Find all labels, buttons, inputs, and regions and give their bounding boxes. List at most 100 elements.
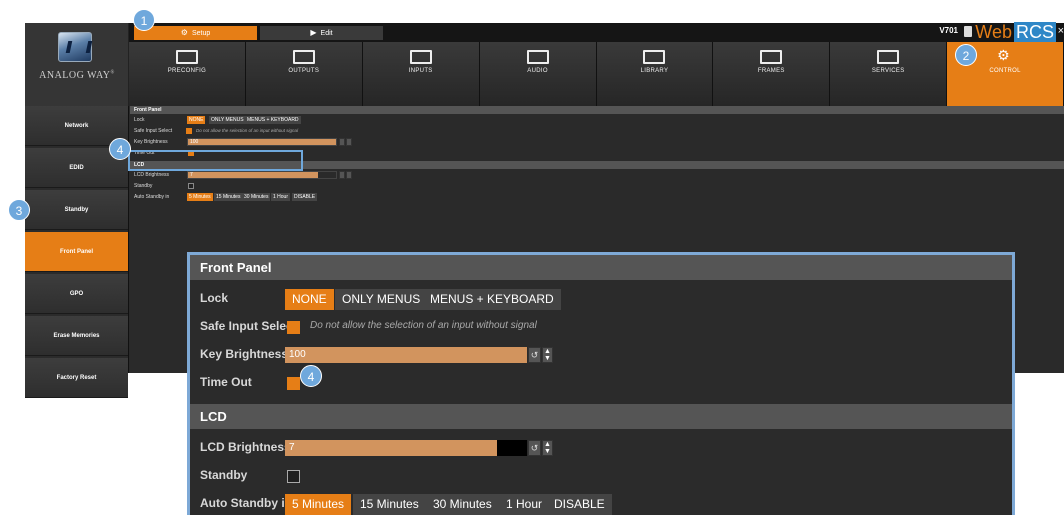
auto-standby-row: Auto Standby in 5 Minutes 15 Minutes 30 … (130, 191, 1064, 204)
lcd-brightness-reset-icon[interactable] (339, 171, 345, 179)
lock-none-button[interactable]: NONE (187, 116, 206, 124)
zoom-lcd-brightness-label: LCD Brightness (200, 440, 291, 454)
sidebar-item-gpo[interactable]: GPO (25, 274, 128, 314)
tab-services-label: SERVICES (871, 68, 905, 74)
audio-icon (526, 50, 549, 64)
lock-label: Lock (134, 117, 145, 123)
auto-standby-label: Auto Standby in (134, 194, 170, 200)
lcd-brightness-stepper[interactable] (346, 171, 352, 179)
zoom-lcd-standby-label: Standby (200, 468, 248, 482)
top-bar: ⚙ Setup ▶ Edit V701 Web RCS × (129, 22, 1064, 42)
key-brightness-row: Key Brightness 100 (130, 136, 1064, 147)
sidebar-item-front-panel[interactable]: Front Panel (25, 232, 128, 272)
zoom-auto-disable-button[interactable]: DISABLE (547, 494, 612, 515)
zoom-lcd-brightness-slider[interactable]: 7 (285, 440, 527, 456)
tab-library-label: LIBRARY (640, 68, 669, 74)
zoom-lock-only-menus-button[interactable]: ONLY MENUS (335, 289, 428, 310)
zoom-lock-none-button[interactable]: NONE (285, 289, 334, 310)
auto-1-hour-button[interactable]: 1 Hour (271, 193, 291, 201)
sidebar-item-erase-memories[interactable]: Erase Memories (25, 316, 128, 356)
safe-input-note: Do not allow the selection of an input w… (196, 128, 299, 133)
zoom-timeout-checkbox[interactable] (287, 377, 300, 390)
sidebar-item-factory-reset[interactable]: Factory Reset (25, 358, 128, 398)
zoom-key-brightness-stepper[interactable]: ▲ ▼ (542, 347, 553, 363)
safe-input-row: Safe Input Select Do not allow the selec… (130, 125, 1064, 136)
lock-only-menus-button[interactable]: ONLY MENUS (209, 116, 246, 124)
zoom-auto-1-hour-button[interactable]: 1 Hour (499, 494, 550, 515)
front-panel-header: Front Panel (130, 106, 1064, 114)
lcd-brightness-value: 7 (190, 172, 193, 178)
tab-outputs-label: OUTPUTS (288, 68, 320, 74)
brand-web: Web (975, 22, 1012, 42)
zoom-lock-menus-keyboard-button[interactable]: MENUS + KEYBOARD (423, 289, 561, 310)
auto-5-minutes-button[interactable]: 5 Minutes (187, 193, 213, 201)
services-icon (877, 50, 900, 64)
setup-mode-button[interactable]: ⚙ Setup (134, 26, 257, 40)
zoom-lock-label: Lock (200, 291, 229, 305)
lcd-standby-label: Standby (134, 183, 153, 189)
brand-logo: ANALOG WAY® (25, 23, 129, 106)
zoom-auto-15-minutes-button[interactable]: 15 Minutes (353, 494, 426, 515)
lcd-brightness-label: LCD Brightness (134, 172, 170, 178)
tab-preconfig[interactable]: PRECONFIG (129, 42, 246, 106)
key-brightness-label: Key Brightness (134, 139, 168, 145)
auto-15-minutes-button[interactable]: 15 Minutes (214, 193, 243, 201)
tab-audio[interactable]: AUDIO (479, 42, 597, 106)
key-brightness-slider[interactable]: 100 (187, 138, 337, 146)
close-icon[interactable]: × (1058, 25, 1064, 37)
lcd-standby-row: Standby (130, 180, 1064, 191)
tab-audio-label: AUDIO (527, 68, 548, 74)
tab-preconfig-label: PRECONFIG (167, 68, 207, 74)
play-circle-icon: ▶ (310, 28, 317, 37)
tab-library[interactable]: LIBRARY (596, 42, 714, 106)
lock-row: Lock NONE ONLY MENUS MENUS + KEYBOARD (130, 114, 1064, 125)
lock-menus-keyboard-button[interactable]: MENUS + KEYBOARD (245, 116, 301, 124)
key-brightness-stepper[interactable] (346, 138, 352, 146)
brand-rcs: RCS (1013, 22, 1056, 42)
zoom-auto-5-minutes-button[interactable]: 5 Minutes (285, 494, 352, 515)
zoom-lcd-standby-row: Standby (190, 462, 1012, 490)
outputs-icon (292, 50, 315, 64)
key-brightness-reset-icon[interactable] (339, 138, 345, 146)
zoom-lcd-brightness-remaining (496, 440, 527, 456)
zoom-key-brightness-reset-icon[interactable]: ↺ (528, 347, 541, 363)
edit-mode-label: Edit (320, 30, 333, 37)
zoom-safe-input-checkbox[interactable] (287, 321, 300, 334)
zoom-auto-standby-row: Auto Standby in 5 Minutes 15 Minutes 30 … (190, 490, 1012, 515)
step-badge-1: 1 (133, 9, 155, 31)
safe-input-label: Safe Input Select (134, 128, 173, 134)
key-brightness-fill (188, 139, 336, 145)
tab-outputs[interactable]: OUTPUTS (245, 42, 363, 106)
zoom-key-brightness-slider[interactable]: 100 (285, 347, 527, 363)
zoom-safe-input-note: Do not allow the selection of an input w… (310, 320, 537, 331)
zoom-lcd-brightness-row: LCD Brightness 7 ↺ ▲ ▼ (190, 434, 1012, 462)
tab-inputs[interactable]: INPUTS (362, 42, 480, 106)
safe-input-checkbox[interactable] (186, 128, 192, 134)
tab-services[interactable]: SERVICES (830, 42, 948, 106)
auto-disable-button[interactable]: DISABLE (292, 193, 318, 201)
webrcs-brand: Web RCS (975, 22, 1056, 42)
analog-way-logo-icon (58, 32, 92, 62)
key-brightness-value: 100 (190, 139, 199, 145)
zoom-lcd-brightness-stepper[interactable]: ▲ ▼ (542, 440, 553, 456)
sidebar-item-standby[interactable]: Standby (25, 190, 128, 230)
tab-frames[interactable]: FRAMES (713, 42, 831, 106)
zoom-lcd-standby-checkbox[interactable] (287, 470, 300, 483)
lcd-standby-checkbox[interactable] (188, 183, 194, 189)
zoom-safe-input-row: Safe Input Select Do not allow the selec… (190, 313, 1012, 341)
document-icon[interactable] (964, 26, 972, 37)
lcd-brightness-slider[interactable]: 7 (187, 171, 337, 179)
lcd-brightness-fill (188, 172, 318, 178)
zoom-auto-30-minutes-button[interactable]: 30 Minutes (426, 494, 499, 515)
preconfig-icon (175, 50, 198, 64)
logo-registered: ® (110, 70, 115, 76)
setup-mode-label: Setup (191, 30, 211, 37)
zoom-safe-input-label: Safe Input Select (200, 319, 297, 333)
zoom-lcd-brightness-reset-icon[interactable]: ↺ (528, 440, 541, 456)
zoom-key-brightness-fill (285, 347, 527, 363)
tab-inputs-label: INPUTS (408, 68, 433, 74)
library-icon (643, 50, 666, 64)
auto-30-minutes-button[interactable]: 30 Minutes (242, 193, 271, 201)
zoom-lcd-brightness-fill (285, 440, 497, 456)
edit-mode-button[interactable]: ▶ Edit (260, 26, 383, 40)
